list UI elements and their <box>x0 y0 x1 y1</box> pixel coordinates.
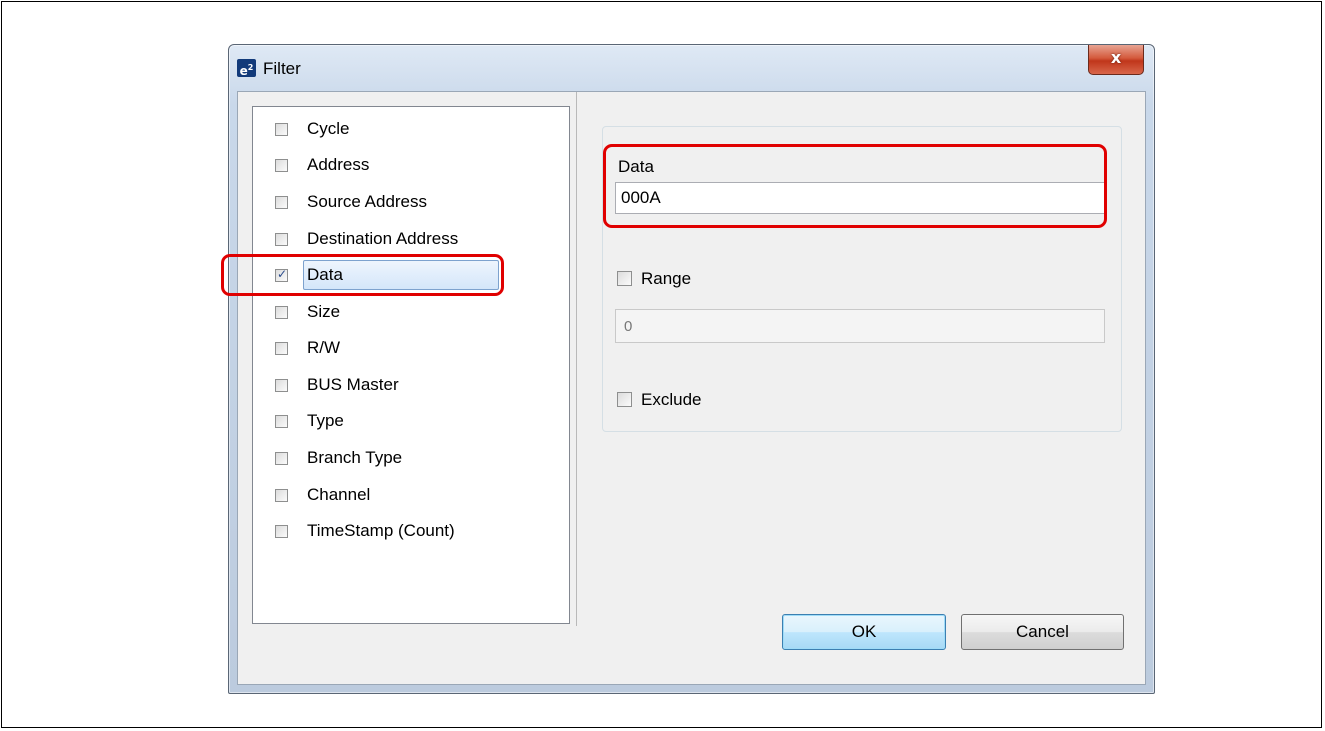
list-item-type[interactable]: Type <box>253 403 553 439</box>
data-label: Data <box>618 157 654 176</box>
list-item-label: Branch Type <box>307 448 403 467</box>
list-item-label: Size <box>307 302 341 321</box>
list-item-label: R/W <box>307 338 341 357</box>
list-item-channel[interactable]: Channel <box>253 477 553 513</box>
range-input[interactable] <box>615 309 1105 343</box>
close-button[interactable]: x <box>1088 45 1144 75</box>
checkbox-source-address[interactable] <box>275 196 288 209</box>
list-item-address[interactable]: Address <box>253 147 553 183</box>
checkbox-destination-address[interactable] <box>275 233 288 246</box>
list-item-source-address[interactable]: Source Address <box>253 184 553 220</box>
close-icon: x <box>1110 48 1122 67</box>
range-checkbox[interactable] <box>617 271 632 286</box>
list-item-label: Source Address <box>307 192 428 211</box>
list-item-label: TimeStamp (Count) <box>307 521 455 540</box>
field-list[interactable]: Cycle Address Source Address Destination… <box>252 106 570 624</box>
cancel-button[interactable]: Cancel <box>961 614 1124 650</box>
checkbox-rw[interactable] <box>275 342 288 355</box>
checkbox-size[interactable] <box>275 306 288 319</box>
list-item-label: Destination Address <box>307 229 459 248</box>
title-bar[interactable]: e2 Filter x <box>229 45 1154 91</box>
exclude-checkbox[interactable] <box>617 392 632 407</box>
list-item-label: Data <box>307 265 343 284</box>
filter-dialog: e2 Filter x Cycle Address Source Address… <box>228 44 1155 694</box>
list-item-data[interactable]: Data <box>253 257 553 293</box>
list-item-cycle[interactable]: Cycle <box>253 111 553 147</box>
list-item-branch-type[interactable]: Branch Type <box>253 440 553 476</box>
exclude-label: Exclude <box>641 390 702 409</box>
list-item-label: Cycle <box>307 119 350 138</box>
checkbox-branch-type[interactable] <box>275 452 288 465</box>
filter-detail-panel: Data Range Exclude <box>602 126 1122 432</box>
list-item-rw[interactable]: R/W <box>253 330 553 366</box>
checkbox-channel[interactable] <box>275 489 288 502</box>
checkbox-address[interactable] <box>275 159 288 172</box>
ok-button[interactable]: OK <box>782 614 946 650</box>
list-item-label: BUS Master <box>307 375 399 394</box>
data-input[interactable] <box>615 182 1105 214</box>
checkbox-bus-master[interactable] <box>275 379 288 392</box>
range-label: Range <box>641 269 692 288</box>
checkbox-data[interactable] <box>275 267 288 282</box>
checkbox-timestamp-count[interactable] <box>275 525 288 538</box>
list-item-label: Type <box>307 411 344 430</box>
list-item-timestamp-count[interactable]: TimeStamp (Count) <box>253 513 553 549</box>
window-title: Filter <box>263 59 301 78</box>
e2-app-icon: e2 <box>237 59 256 78</box>
dialog-client-area: Cycle Address Source Address Destination… <box>237 91 1146 685</box>
list-item-size[interactable]: Size <box>253 294 553 330</box>
checkbox-cycle[interactable] <box>275 123 288 136</box>
list-item-label: Channel <box>307 485 371 504</box>
list-item-label: Address <box>307 155 370 174</box>
checkbox-type[interactable] <box>275 415 288 428</box>
pane-splitter[interactable] <box>572 92 577 626</box>
list-item-destination-address[interactable]: Destination Address <box>253 221 553 257</box>
list-item-bus-master[interactable]: BUS Master <box>253 367 553 403</box>
